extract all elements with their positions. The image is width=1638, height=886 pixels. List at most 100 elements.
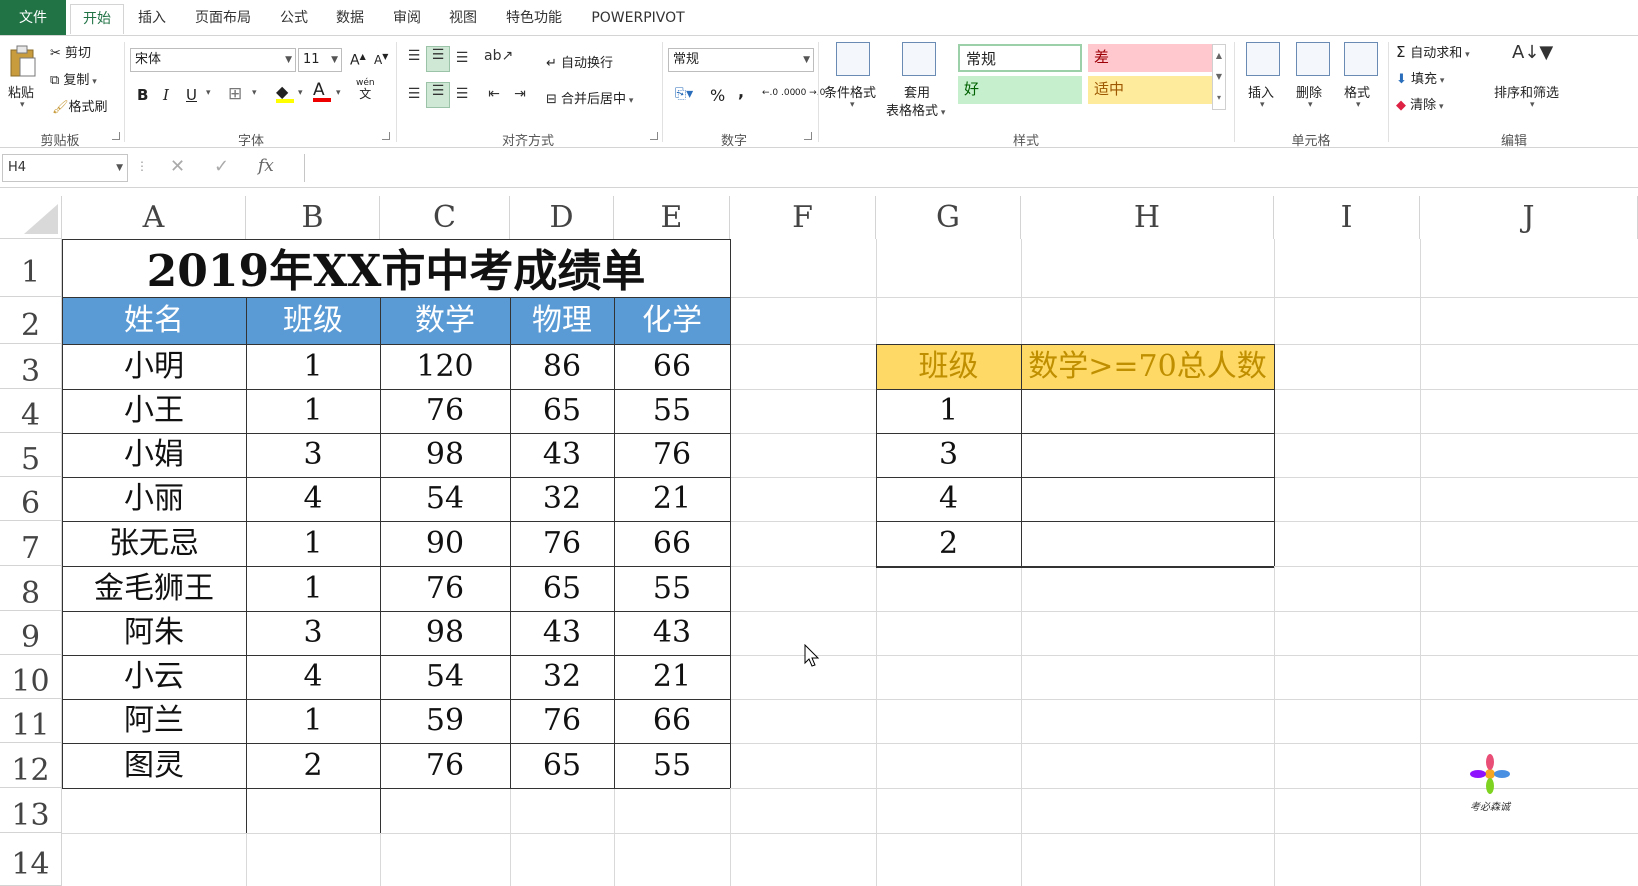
formula-input[interactable]	[304, 154, 1634, 182]
format-painter-button[interactable]: 🖌格式刷	[52, 96, 108, 115]
paste-icon[interactable]	[8, 44, 38, 78]
accounting-format-icon[interactable]: ⎘▾	[670, 86, 698, 102]
selected-cell-h4[interactable]	[1021, 389, 1274, 433]
table-cell[interactable]: 76	[510, 521, 614, 566]
borders-dropdown-icon[interactable]: ▾	[252, 88, 257, 98]
table-cell[interactable]: 阿兰	[62, 699, 246, 743]
table-cell[interactable]: 43	[510, 433, 614, 477]
styles-gallery-scroll[interactable]: ▲ ▼ ▾	[1212, 44, 1226, 110]
merge-center-button[interactable]: ⊟ 合并后居中 ▾	[546, 88, 633, 107]
clear-button[interactable]: ◆ 清除 ▾	[1396, 94, 1444, 113]
table-cell[interactable]: 3	[246, 611, 380, 655]
table-cell[interactable]: 120	[380, 344, 510, 389]
table-cell[interactable]: 21	[614, 655, 730, 699]
table-cell[interactable]: 66	[614, 521, 730, 566]
tab-review[interactable]: 审阅	[385, 4, 429, 34]
table-cell[interactable]: 66	[614, 344, 730, 389]
tab-formulas[interactable]: 公式	[272, 4, 316, 34]
tab-file[interactable]: 文件	[0, 0, 66, 36]
style-neutral[interactable]: 适中	[1088, 76, 1212, 104]
underline-button[interactable]: U	[186, 86, 197, 104]
table-cell[interactable]: 小娟	[62, 433, 246, 477]
align-right-icon[interactable]: ☰	[452, 86, 472, 102]
decrease-decimal-button[interactable]: .00 →.0	[792, 88, 825, 98]
style-bad[interactable]: 差	[1088, 44, 1212, 72]
table-cell[interactable]: 2	[246, 743, 380, 788]
grow-font-button[interactable]: A▲	[350, 52, 366, 69]
table-cell[interactable]: 金毛狮王	[62, 566, 246, 611]
percent-style-button[interactable]: %	[710, 86, 725, 105]
row-header-5[interactable]: 5	[0, 433, 62, 477]
table-cell[interactable]: 4	[246, 477, 380, 521]
table-header-cell[interactable]: 物理	[510, 297, 614, 344]
table-cell[interactable]: 3	[246, 433, 380, 477]
table-cell[interactable]: 65	[510, 566, 614, 611]
insert-dropdown-icon[interactable]: ▾	[1260, 100, 1265, 110]
column-header-e[interactable]: E	[614, 196, 730, 239]
table-cell[interactable]: 65	[510, 743, 614, 788]
font-launcher-icon[interactable]	[382, 132, 390, 140]
table-cell[interactable]: 59	[380, 699, 510, 743]
format-as-table-icon[interactable]	[902, 42, 936, 76]
style-good[interactable]: 好	[958, 76, 1082, 104]
conditional-formatting-button[interactable]: 条件格式	[824, 82, 876, 101]
delete-cells-icon[interactable]	[1296, 42, 1330, 76]
number-format-select[interactable]: 常规 ▼	[668, 48, 814, 72]
table-cell[interactable]: 1	[246, 521, 380, 566]
table-cell[interactable]: 76	[380, 566, 510, 611]
table-cell[interactable]: 4	[246, 655, 380, 699]
tab-home[interactable]: 开始	[70, 4, 124, 34]
row-header-9[interactable]: 9	[0, 611, 62, 655]
align-bottom-icon[interactable]: ☰	[452, 50, 472, 66]
confirm-entry-icon[interactable]: ✓	[214, 156, 229, 177]
align-left-icon[interactable]: ☰	[404, 86, 424, 102]
name-box[interactable]: H4 ▼	[2, 154, 128, 182]
table-cell[interactable]: 小王	[62, 389, 246, 433]
row-header-4[interactable]: 4	[0, 389, 62, 433]
column-header-a[interactable]: A	[62, 196, 246, 239]
table-header-cell[interactable]: 数学	[380, 297, 510, 344]
summary-class-cell[interactable]: 3	[876, 433, 1021, 477]
column-header-h[interactable]: H	[1021, 196, 1274, 239]
row-header-6[interactable]: 6	[0, 477, 62, 521]
insert-function-button[interactable]: fx	[258, 156, 274, 176]
format-dropdown-icon[interactable]: ▾	[1356, 100, 1361, 110]
table-cell[interactable]: 98	[380, 611, 510, 655]
row-header-3[interactable]: 3	[0, 344, 62, 389]
insert-cells-button[interactable]: 插入	[1248, 82, 1274, 101]
table-cell[interactable]: 小明	[62, 344, 246, 389]
column-header-g[interactable]: G	[876, 196, 1021, 239]
format-cells-icon[interactable]	[1344, 42, 1378, 76]
comma-style-button[interactable]: ,	[738, 82, 744, 101]
summary-header-cell[interactable]: 数学>=70总人数	[1021, 344, 1274, 389]
sort-filter-button[interactable]: 排序和筛选	[1494, 82, 1559, 101]
font-color-icon[interactable]: A	[313, 80, 331, 102]
sort-filter-dropdown-icon[interactable]: ▾	[1530, 100, 1535, 110]
shrink-font-button[interactable]: A▼	[374, 52, 388, 67]
format-as-table-label[interactable]: 表格格式 ▾	[886, 100, 945, 119]
column-header-d[interactable]: D	[510, 196, 614, 239]
fill-color-icon[interactable]: ◆	[276, 82, 294, 103]
table-header-cell[interactable]: 班级	[246, 297, 380, 344]
row-header-7[interactable]: 7	[0, 521, 62, 566]
summary-class-cell[interactable]: 2	[876, 521, 1021, 566]
bold-button[interactable]: B	[137, 86, 148, 104]
format-as-table-button[interactable]: 套用	[904, 82, 930, 101]
delete-dropdown-icon[interactable]: ▾	[1308, 100, 1313, 110]
table-cell[interactable]: 54	[380, 655, 510, 699]
table-cell[interactable]: 43	[510, 611, 614, 655]
table-cell[interactable]: 1	[246, 699, 380, 743]
paste-dropdown-icon[interactable]: ▾	[20, 100, 25, 110]
table-cell[interactable]: 55	[614, 566, 730, 611]
increase-decimal-button[interactable]: ←.0 .00	[762, 88, 795, 98]
align-middle-icon[interactable]: ☰	[426, 46, 450, 72]
tab-powerpivot[interactable]: POWERPIVOT	[582, 4, 694, 34]
column-header-i[interactable]: I	[1274, 196, 1420, 239]
column-header-f[interactable]: F	[730, 196, 876, 239]
underline-dropdown-icon[interactable]: ▾	[206, 88, 211, 98]
font-color-dropdown-icon[interactable]: ▾	[336, 88, 341, 98]
table-cell[interactable]: 98	[380, 433, 510, 477]
fill-button[interactable]: ⬇ 填充 ▾	[1396, 68, 1444, 87]
table-cell[interactable]: 图灵	[62, 743, 246, 788]
row-header-12[interactable]: 12	[0, 743, 62, 788]
